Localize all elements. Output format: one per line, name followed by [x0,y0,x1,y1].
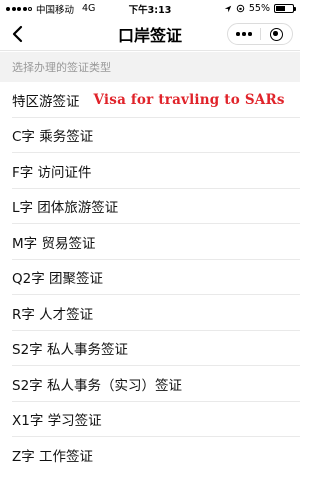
back-button[interactable] [4,21,30,47]
visa-type-label: M字 贸易签证 [12,235,96,252]
chevron-left-icon [12,25,23,43]
visa-type-label: X1字 学习签证 [12,413,102,430]
visa-type-label: 特区游签证 [12,93,80,110]
visa-type-item[interactable]: Q2字 团聚签证 [0,259,300,295]
visa-type-label: Z字 工作签证 [12,448,94,465]
visa-type-item[interactable]: C字 乘务签证 [0,117,300,153]
visa-type-item[interactable]: M字 贸易签证 [0,224,300,260]
battery-percent: 55% [248,3,270,14]
visa-type-item[interactable]: L字 团体旅游签证 [0,188,300,224]
signal-strength-icon [6,6,32,11]
location-arrow-icon [224,5,232,12]
visa-type-item[interactable]: 特区游签证 Visa for travling to SARs [0,82,300,118]
visa-type-label: C字 乘务签证 [12,129,94,146]
visa-type-list: 特区游签证 Visa for travling to SARs C字 乘务签证 F字 … [0,82,300,473]
visa-type-label: R字 人才签证 [12,306,94,323]
close-miniprogram-button[interactable] [261,24,293,44]
visa-type-item[interactable]: S2字 私人事务（实习）签证 [0,366,300,402]
capsule-menu [227,23,293,45]
visa-type-item[interactable]: S2字 私人事务签证 [0,330,300,366]
carrier-name: 中国移动 [36,4,75,16]
battery-icon [274,4,296,13]
visa-type-item[interactable]: F字 访问证件 [0,153,300,189]
target-circle-icon [269,27,283,41]
visa-type-item[interactable]: X1字 学习签证 [0,401,300,437]
visa-type-item[interactable]: R字 人才签证 [0,295,300,331]
visa-type-label: Q2字 团聚签证 [12,271,104,288]
more-button[interactable] [228,24,260,44]
network-type: 4G [82,3,96,14]
nav-bar: 口岸签证 [0,17,300,51]
section-header: 选择办理的签证类型 [0,52,300,82]
visa-type-label: S2字 私人事务（实习）签证 [12,377,182,394]
rotation-lock-icon [236,4,245,13]
status-left: 中国移动 4G [6,2,95,16]
visa-type-label: S2字 私人事务签证 [12,342,128,359]
visa-type-label: L字 团体旅游签证 [12,200,119,217]
status-bar: 中国移动 4G 下午3:13 55% [0,0,300,17]
page-title: 口岸签证 [117,25,182,45]
visa-type-label: F字 访问证件 [12,164,92,181]
visa-type-item[interactable]: Z字 工作签证 [0,437,300,473]
status-right: 55% [224,3,296,14]
battery-fill [276,6,285,11]
annotation-text: Visa for travling to SARs [93,91,285,108]
more-dots-icon [236,32,252,36]
